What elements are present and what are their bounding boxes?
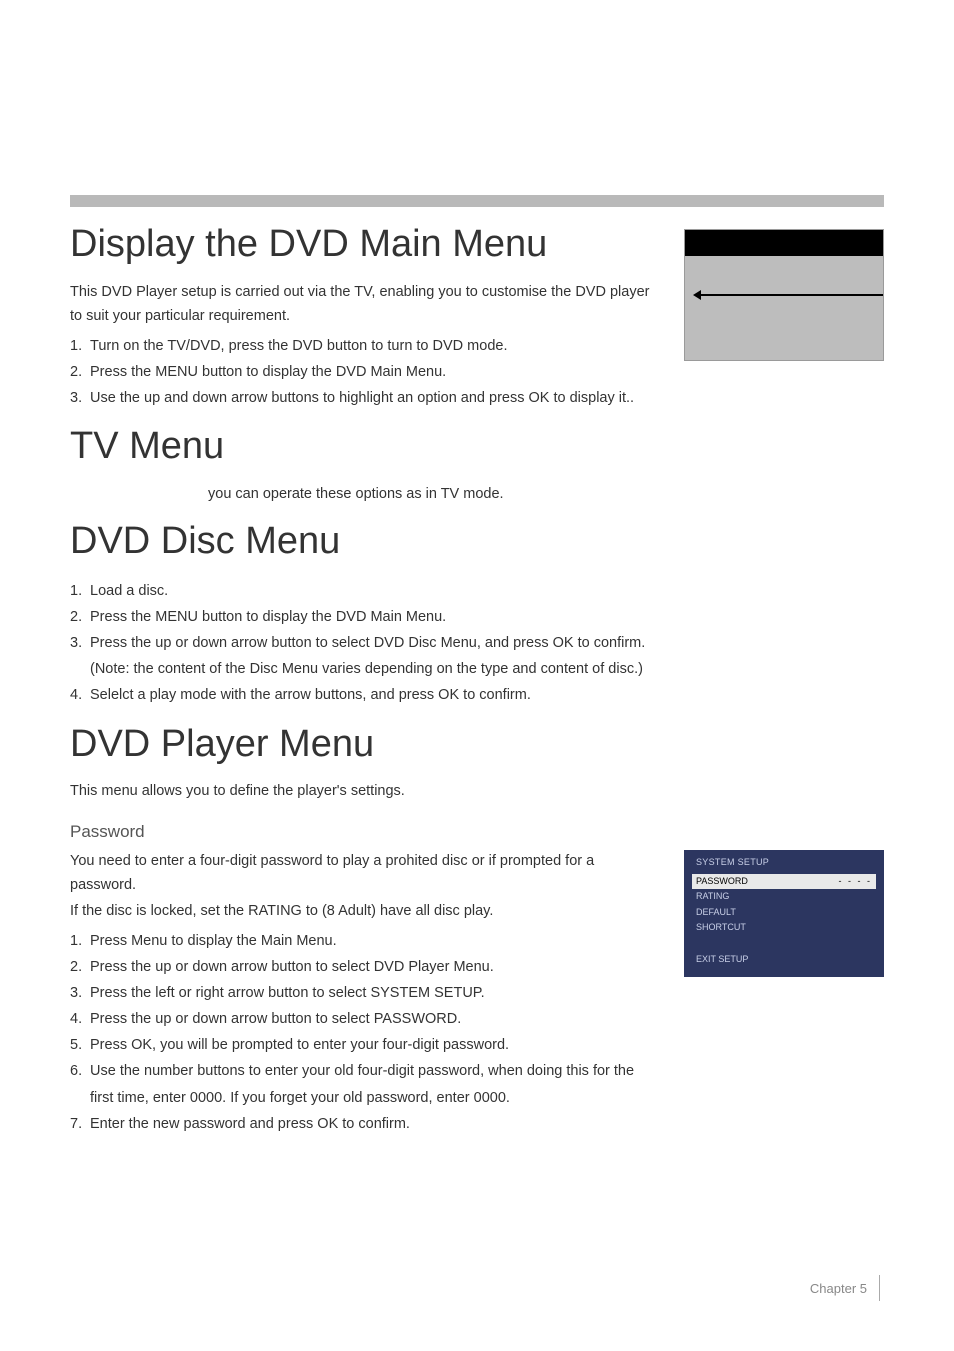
setup-row-rating: RATING [692, 889, 876, 905]
tv-menu-line: you can operate these options as in TV m… [70, 483, 884, 507]
chapter-label: Chapter 5 [810, 1281, 867, 1296]
heading-tv-menu: TV Menu [70, 425, 884, 469]
list-item: 3.Press the up or down arrow button to s… [70, 630, 884, 656]
setup-row-label: DEFAULT [696, 906, 872, 920]
list-item: 5.Press OK, you will be prompted to ente… [70, 1032, 656, 1058]
setup-row-shortcut: SHORTCUT [692, 920, 876, 936]
step-number: 3. [70, 630, 90, 656]
player-menu-intro: This menu allows you to define the playe… [70, 780, 884, 804]
step-number: 7. [70, 1111, 90, 1137]
disc-menu-note: (Note: the content of the Disc Menu vari… [70, 656, 884, 682]
password-line-1: You need to enter a four-digit password … [70, 850, 656, 898]
system-setup-header: SYSTEM SETUP [692, 856, 876, 870]
list-item: 2.Press the MENU button to display the D… [70, 604, 884, 630]
step-text: Load a disc. [90, 578, 884, 604]
step-text: Use the up and down arrow buttons to hig… [90, 385, 884, 411]
step-number: 3. [70, 385, 90, 411]
step-number: 5. [70, 1032, 90, 1058]
step-text: Press the up or down arrow button to sel… [90, 630, 884, 656]
step-number: 1. [70, 578, 90, 604]
list-item: 6.Use the number buttons to enter your o… [70, 1058, 656, 1110]
step-text: Selelct a play mode with the arrow butto… [90, 682, 884, 708]
step-text: Press OK, you will be prompted to enter … [90, 1032, 656, 1058]
setup-row-value: - - - - [839, 875, 873, 889]
step-text: Press the up or down arrow button to sel… [90, 954, 656, 980]
step-number: 2. [70, 604, 90, 630]
steps-list-disc-menu: 1.Load a disc. 2.Press the MENU button t… [70, 578, 884, 708]
setup-row-default: DEFAULT [692, 905, 876, 921]
heading-display-dvd-main-menu: Display the DVD Main Menu [70, 223, 884, 267]
setup-row-label: SHORTCUT [696, 921, 872, 935]
step-text: Use the number buttons to enter your old… [90, 1058, 656, 1110]
step-text: Turn on the TV/DVD, press the DVD button… [90, 333, 884, 359]
password-line-2: If the disc is locked, set the RATING to… [70, 900, 656, 924]
heading-dvd-disc-menu: DVD Disc Menu [70, 520, 884, 564]
list-item: 7.Enter the new password and press OK to… [70, 1111, 656, 1137]
list-item: 3.Press the left or right arrow button t… [70, 980, 656, 1006]
step-number: 2. [70, 954, 90, 980]
step-number: 6. [70, 1058, 90, 1110]
step-number: 1. [70, 928, 90, 954]
list-item: 1.Turn on the TV/DVD, press the DVD butt… [70, 333, 884, 359]
steps-list-main-menu: 1.Turn on the TV/DVD, press the DVD butt… [70, 333, 884, 411]
setup-row-label: EXIT SETUP [696, 953, 872, 967]
steps-list-password: 1.Press Menu to display the Main Menu. 2… [70, 928, 656, 1137]
page-footer: Chapter 5 [810, 1275, 880, 1301]
step-number: 3. [70, 980, 90, 1006]
step-number: 2. [70, 359, 90, 385]
step-text: Press Menu to display the Main Menu. [90, 928, 656, 954]
list-item: 2.Press the MENU button to display the D… [70, 359, 884, 385]
setup-row-exit: EXIT SETUP [692, 952, 876, 968]
setup-row-password: PASSWORD - - - - [692, 874, 876, 890]
setup-row-label: PASSWORD [696, 875, 839, 889]
list-item: 4.Press the up or down arrow button to s… [70, 1006, 656, 1032]
list-item: 3.Use the up and down arrow buttons to h… [70, 385, 884, 411]
footer-divider [879, 1275, 880, 1301]
step-text: Press the up or down arrow button to sel… [90, 1006, 656, 1032]
intro-paragraph: This DVD Player setup is carried out via… [70, 281, 660, 329]
setup-row-label: RATING [696, 890, 872, 904]
step-text: Enter the new password and press OK to c… [90, 1111, 656, 1137]
step-number: 4. [70, 682, 90, 708]
step-text: Press the MENU button to display the DVD… [90, 604, 884, 630]
header-divider-bar [70, 195, 884, 207]
step-number: 4. [70, 1006, 90, 1032]
list-item: 4.Selelct a play mode with the arrow but… [70, 682, 884, 708]
system-setup-figure: SYSTEM SETUP PASSWORD - - - - RATING DEF… [684, 850, 884, 977]
step-text: Press the left or right arrow button to … [90, 980, 656, 1006]
subheading-password: Password [70, 822, 884, 842]
list-item: 2.Press the up or down arrow button to s… [70, 954, 656, 980]
list-item: 1.Load a disc. [70, 578, 884, 604]
heading-dvd-player-menu: DVD Player Menu [70, 723, 884, 767]
step-text: Press the MENU button to display the DVD… [90, 359, 884, 385]
step-number: 1. [70, 333, 90, 359]
list-item: 1.Press Menu to display the Main Menu. [70, 928, 656, 954]
